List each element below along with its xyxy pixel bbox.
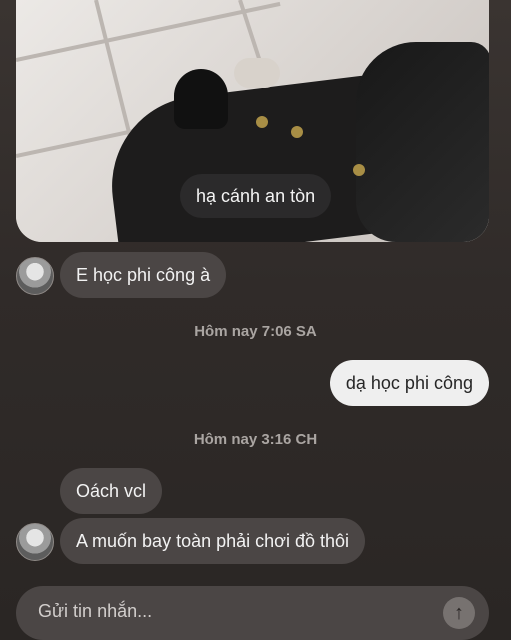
chat-screen: hạ cánh an tòn E học phi công à Hôm nay … bbox=[0, 0, 511, 640]
hand-shape bbox=[234, 58, 280, 88]
avatar-icon[interactable] bbox=[16, 257, 54, 295]
message-input[interactable]: Gửi tin nhắn... bbox=[38, 601, 152, 622]
gold-button bbox=[256, 116, 268, 128]
received-message[interactable]: A muốn bay toàn phải chơi đồ thôi bbox=[60, 518, 365, 564]
story-photo-card[interactable]: hạ cánh an tòn bbox=[16, 0, 489, 242]
received-message[interactable]: E học phi công à bbox=[60, 252, 227, 298]
arrow-up-icon: ↑ bbox=[454, 602, 464, 624]
message-timestamp: Hôm nay 3:16 CH bbox=[193, 431, 318, 448]
message-timestamp: Hôm nay 7:06 SA bbox=[194, 323, 317, 340]
gold-button bbox=[291, 126, 303, 138]
gold-button bbox=[353, 164, 365, 176]
send-button[interactable]: ↑ bbox=[443, 597, 475, 629]
shoe-shape bbox=[174, 69, 228, 129]
sent-message[interactable]: dạ học phi công bbox=[329, 360, 489, 406]
message-composer[interactable]: Gửi tin nhắn... ↑ bbox=[16, 586, 489, 640]
avatar-icon[interactable] bbox=[16, 523, 54, 561]
received-message[interactable]: Oách vcl bbox=[60, 468, 163, 514]
hair-shape bbox=[356, 42, 489, 242]
story-caption: hạ cánh an tòn bbox=[180, 174, 332, 218]
